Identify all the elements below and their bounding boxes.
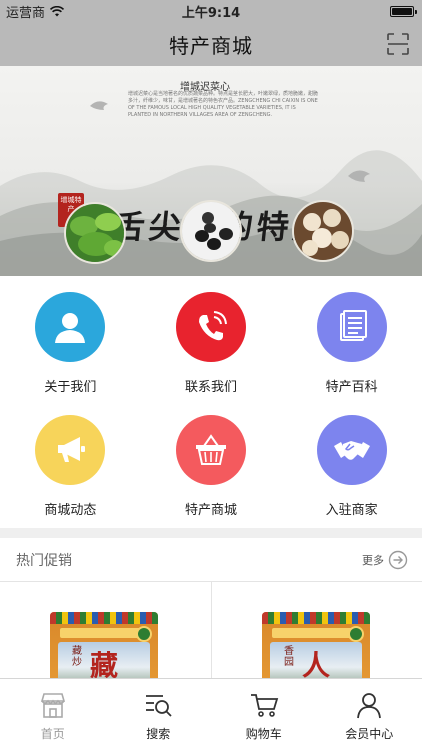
handshake-icon — [316, 415, 387, 485]
person-icon — [357, 693, 382, 719]
tab-label: 首页 — [40, 727, 65, 741]
basket-icon — [175, 415, 246, 485]
arrow-right-circle-icon — [388, 550, 408, 569]
menu-label: 联系我们 — [184, 380, 237, 395]
carrier: 运营商 — [6, 2, 65, 21]
wifi-icon — [50, 5, 65, 16]
carrier-label: 运营商 — [6, 5, 46, 21]
pack-subtext: 香园 — [284, 646, 294, 668]
product-card[interactable]: 藏炒 藏 — [0, 582, 211, 678]
product-image: 香园 人 — [262, 612, 370, 678]
tab-bar: 首页 搜索 购物车 会员中心 — [0, 678, 422, 750]
tab-label: 搜索 — [146, 727, 171, 741]
menu-label: 特产商城 — [184, 503, 237, 518]
menu-label: 关于我们 — [44, 380, 97, 395]
search-list-icon — [146, 695, 172, 717]
document-icon — [316, 292, 387, 362]
product-image: 藏炒 藏 — [50, 612, 158, 678]
menu-label: 入驻商家 — [325, 503, 378, 518]
promo-title: 热门促销 — [16, 552, 72, 569]
section-divider — [0, 528, 422, 538]
menu-item-about[interactable]: 关于我们 — [0, 280, 141, 403]
battery-icon — [390, 6, 417, 17]
shop-icon — [40, 693, 65, 718]
menu-label: 商城动态 — [44, 503, 97, 518]
user-icon — [35, 292, 106, 362]
black-beans-image — [180, 200, 242, 262]
status-bar: 运营商 上午9:14 — [0, 0, 422, 22]
promo-banner[interactable]: 增城迟菜心 增城迟菜心是当地著名的优质蔬菜品种。特点是茎长肥大，叶嫩翠绿，质地脆… — [0, 66, 422, 276]
lotus-seeds-image — [292, 200, 354, 262]
pack-title: 人 — [302, 649, 331, 678]
tab-home[interactable]: 首页 — [0, 679, 106, 750]
menu-item-mall[interactable]: 特产商城 — [141, 403, 282, 526]
megaphone-icon — [35, 415, 106, 485]
tab-search[interactable]: 搜索 — [106, 679, 212, 750]
more-label: 更多 — [362, 553, 384, 567]
scan-icon[interactable] — [386, 32, 410, 56]
pack-subtext: 藏炒 — [72, 646, 82, 668]
menu-grid: 关于我们 联系我们 特产百科 商城动态 特产商城 入驻商家 — [0, 280, 422, 526]
page-title: 特产商城 — [169, 33, 253, 58]
menu-item-merchants[interactable]: 入驻商家 — [281, 403, 422, 526]
pack-title: 藏 — [90, 649, 119, 678]
tab-member[interactable]: 会员中心 — [317, 679, 422, 750]
menu-item-encyclopedia[interactable]: 特产百科 — [281, 280, 422, 403]
phone-icon — [175, 292, 246, 362]
banner-description: 增城迟菜心是当地著名的优质蔬菜品种。特点是茎长肥大，叶嫩翠绿，质地脆嫩，甜脆多汁… — [128, 91, 319, 118]
tab-label: 购物车 — [245, 727, 282, 741]
product-list: 藏炒 藏 香园 人 — [0, 582, 422, 678]
tab-label: 会员中心 — [345, 727, 394, 741]
tab-cart[interactable]: 购物车 — [211, 679, 317, 750]
promo-header: 热门促销 更多 — [0, 538, 422, 582]
vegetable-image — [64, 202, 126, 264]
menu-label: 特产百科 — [325, 380, 378, 395]
cart-icon — [250, 694, 278, 717]
product-card[interactable]: 香园 人 — [211, 582, 422, 678]
more-button[interactable]: 更多 — [362, 550, 408, 570]
nav-bar: 特产商城 — [0, 22, 422, 66]
menu-item-news[interactable]: 商城动态 — [0, 403, 141, 526]
menu-item-contact[interactable]: 联系我们 — [141, 280, 282, 403]
